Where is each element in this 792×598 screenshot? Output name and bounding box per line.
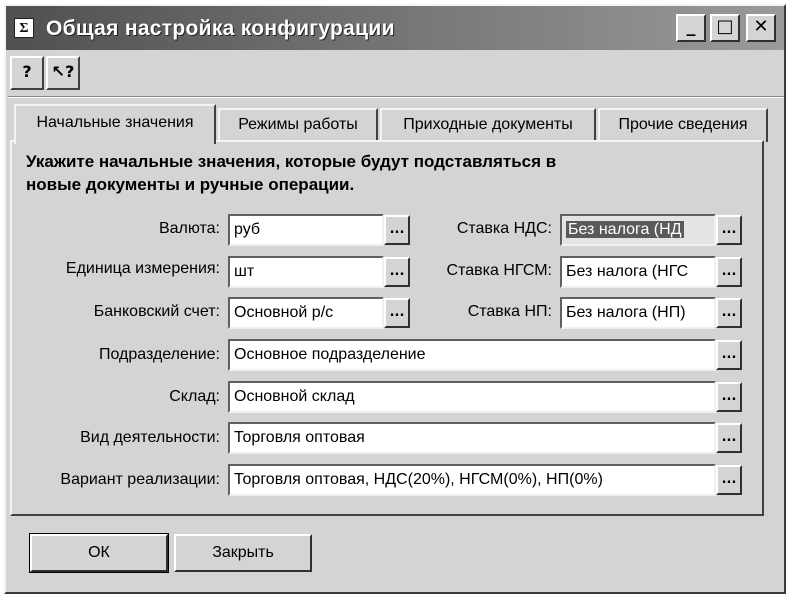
warehouse-label: Склад: (169, 388, 220, 405)
sales-tax-rate-label: Ставка НП: (467, 303, 552, 320)
vat-rate-value: Без налога (НД (566, 221, 684, 238)
tab-work-modes[interactable]: Режимы работы (218, 108, 378, 142)
activity-type-label: Вид деятельности: (80, 429, 220, 446)
close-icon: ✕ (753, 16, 769, 37)
tab-other-info[interactable]: Прочие сведения (598, 108, 768, 142)
maximize-button[interactable]: □ (710, 14, 740, 42)
heading-line-2: новые документы и ручные операции. (26, 175, 355, 194)
warehouse-field[interactable]: Основной склад (228, 381, 716, 413)
vat-rate-choose-button[interactable]: ... (716, 215, 742, 245)
department-choose-button[interactable]: ... (716, 340, 742, 370)
sales-tax-rate-field[interactable]: Без налога (НП) (560, 297, 716, 329)
bank-account-choose-button[interactable]: ... (384, 298, 410, 328)
close-button[interactable]: Закрыть (174, 534, 312, 572)
tab-initial-values[interactable]: Начальные значения (14, 104, 216, 144)
minimize-icon: _ (686, 16, 696, 37)
bank-account-field[interactable]: Основной р/с (228, 297, 384, 329)
close-window-button[interactable]: ✕ (746, 14, 776, 42)
unit-choose-button[interactable]: ... (384, 257, 410, 287)
help-icon: ? (22, 62, 32, 81)
vat-rate-label: Ставка НДС: (456, 220, 552, 237)
window-title: Общая настройка конфигурации (46, 17, 395, 40)
fuel-tax-rate-field[interactable]: Без налога (НГС (560, 256, 716, 288)
toolbar-divider (8, 96, 784, 98)
app-icon: Σ (14, 18, 34, 38)
sales-variant-choose-button[interactable]: ... (716, 465, 742, 495)
unit-field[interactable]: шт (228, 256, 384, 288)
department-label: Подразделение: (98, 346, 220, 363)
currency-choose-button[interactable]: ... (384, 215, 410, 245)
sales-variant-field[interactable]: Торговля оптовая, НДС(20%), НГСМ(0%), НП… (228, 464, 716, 496)
context-help-button[interactable]: ↖? (46, 56, 80, 90)
title-bar[interactable]: Σ Общая настройка конфигурации _ □ ✕ (6, 6, 784, 50)
fuel-tax-rate-label: Ставка НГСМ: (446, 262, 552, 279)
vat-rate-field: Без налога (НД (560, 214, 716, 246)
bank-account-label: Банковский счет: (93, 303, 220, 320)
tab-receipt-documents[interactable]: Приходные документы (380, 108, 596, 142)
toolbar: ? ↖? (6, 52, 102, 92)
help-button[interactable]: ? (10, 56, 44, 90)
activity-type-choose-button[interactable]: ... (716, 423, 742, 453)
fuel-tax-rate-choose-button[interactable]: ... (716, 257, 742, 287)
instructions-heading: Укажите начальные значения, которые буду… (26, 150, 556, 196)
sales-variant-label: Вариант реализации: (60, 471, 220, 488)
department-field[interactable]: Основное подразделение (228, 339, 716, 371)
activity-type-field[interactable]: Торговля оптовая (228, 422, 716, 454)
sales-tax-rate-choose-button[interactable]: ... (716, 298, 742, 328)
heading-line-1: Укажите начальные значения, которые буду… (26, 152, 557, 171)
maximize-icon: □ (716, 16, 734, 37)
currency-label: Валюта: (158, 220, 220, 237)
currency-field[interactable]: руб (228, 214, 384, 246)
ok-button[interactable]: ОК (29, 533, 169, 573)
context-help-icon: ↖? (51, 62, 75, 81)
minimize-button[interactable]: _ (676, 14, 706, 42)
warehouse-choose-button[interactable]: ... (716, 382, 742, 412)
unit-label: Единица измерения: (65, 260, 220, 277)
